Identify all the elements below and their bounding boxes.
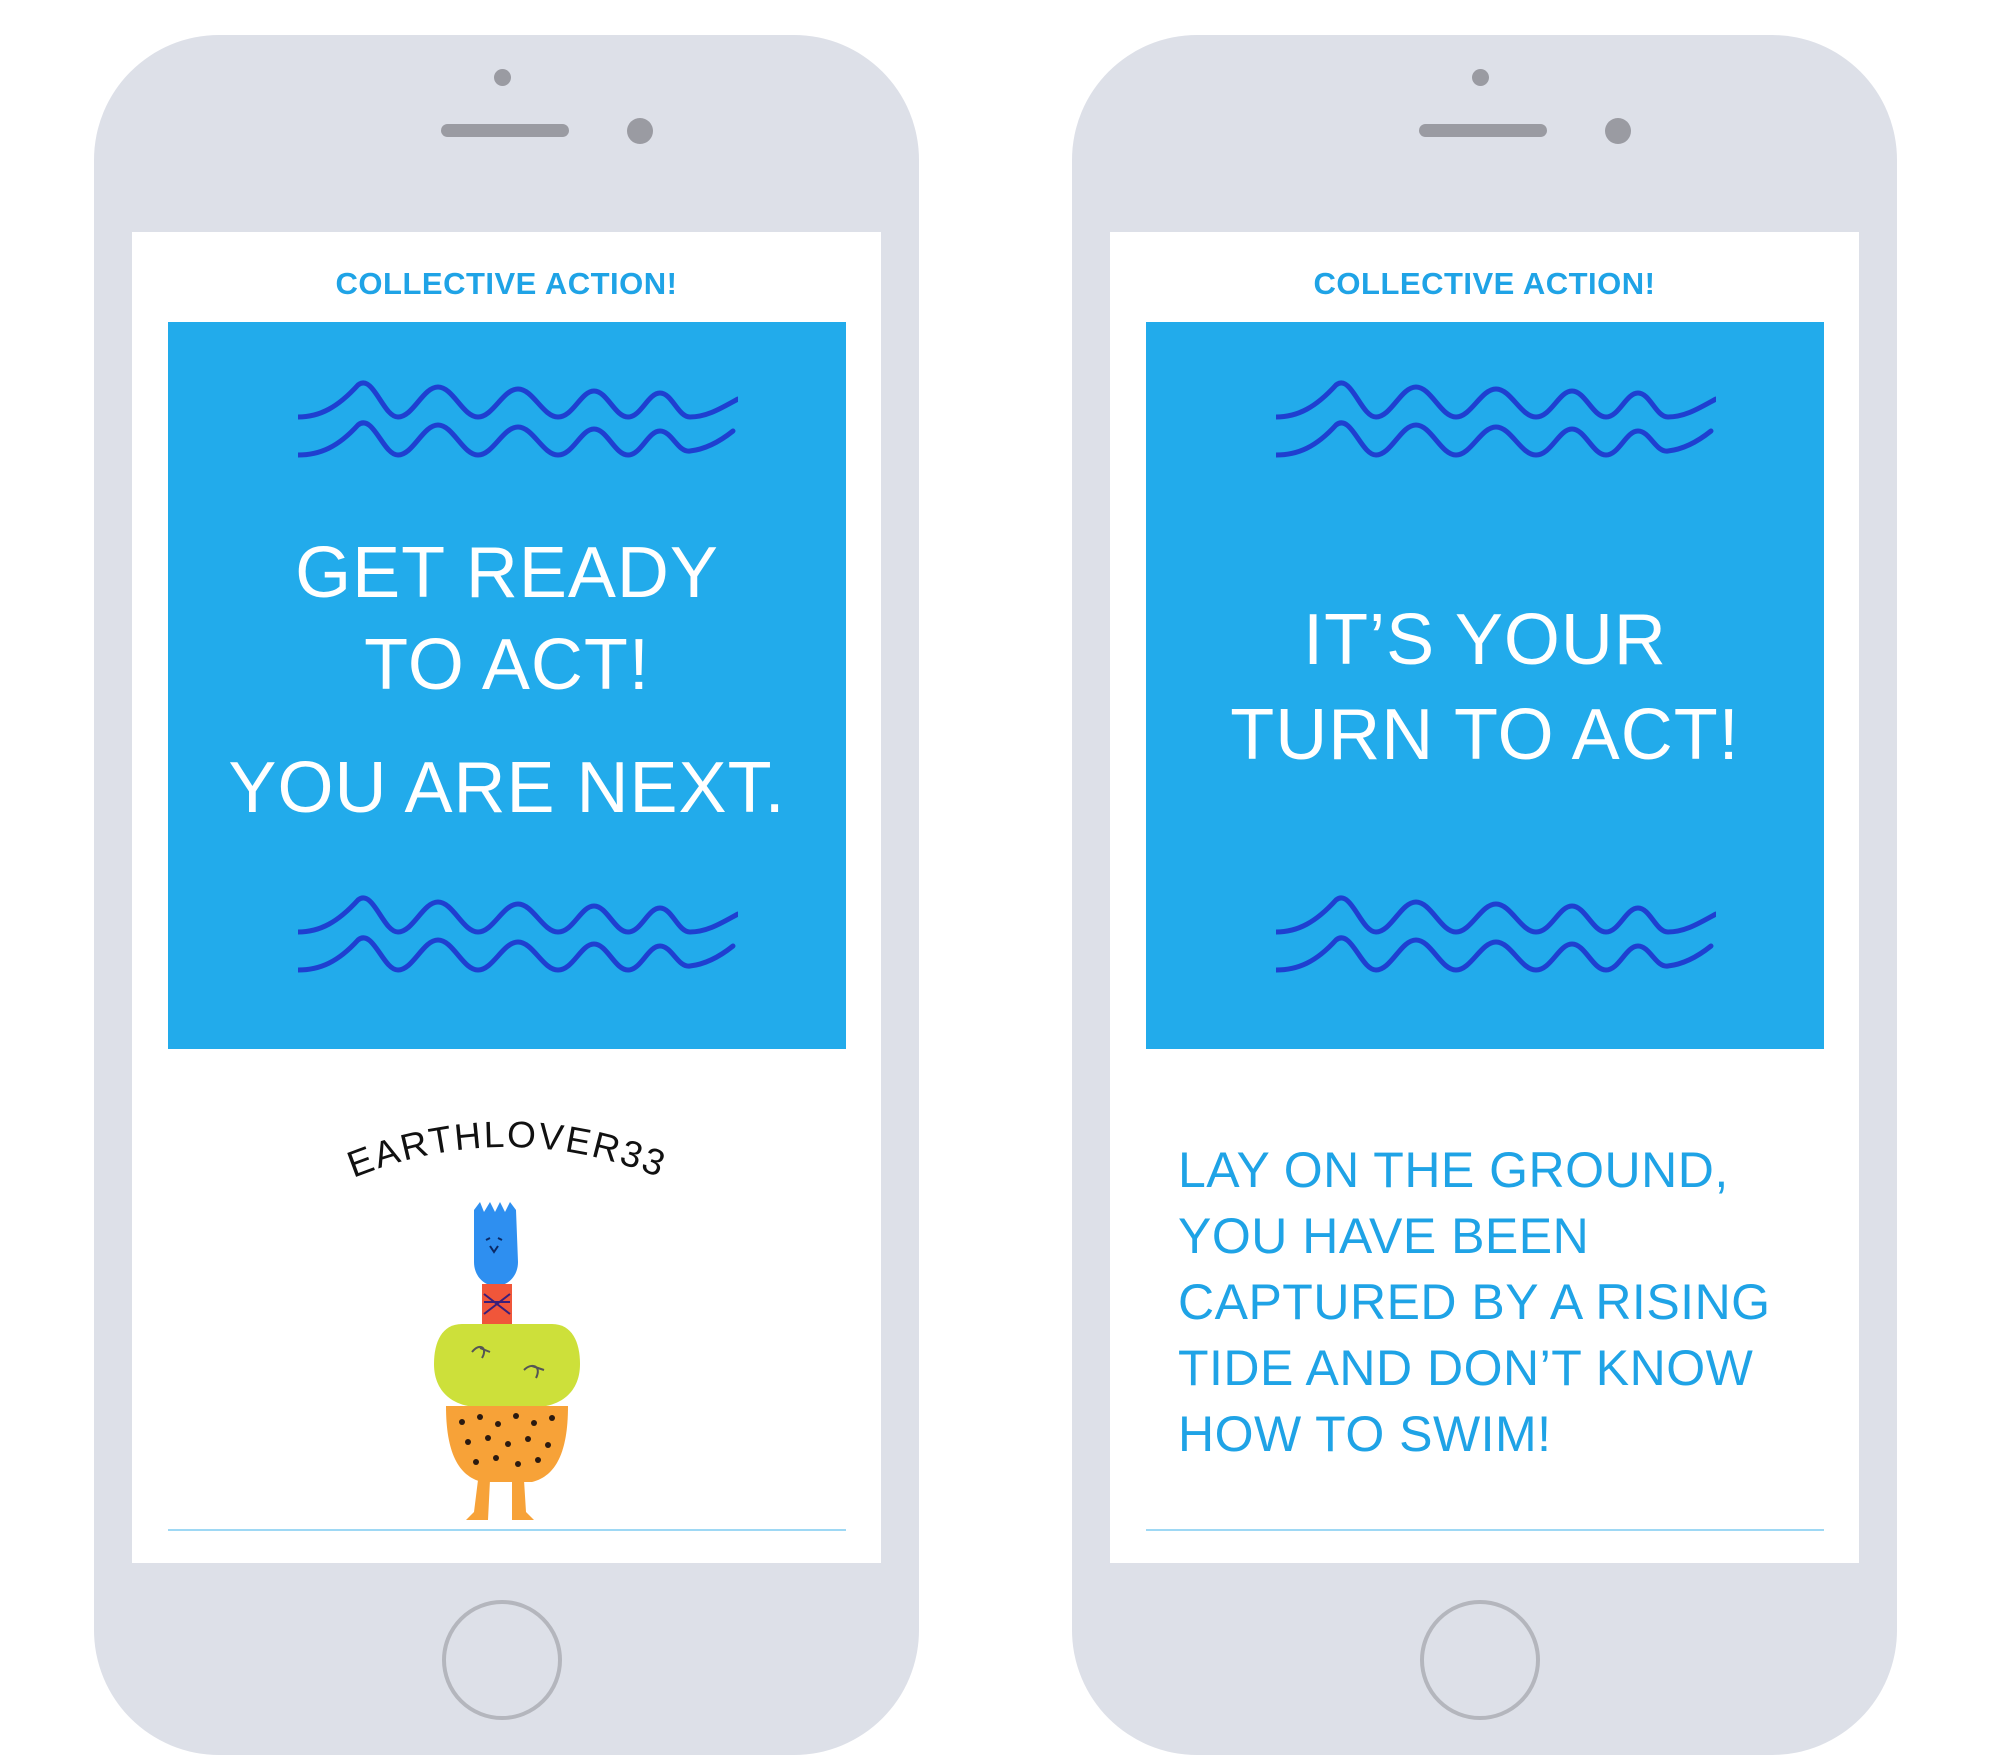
- wave-icon: [1276, 895, 1716, 973]
- svg-text:EARTHLOVER33: EARTHLOVER33: [342, 1114, 672, 1186]
- phone-right: COLLECTIVE ACTION! IT’S YOUR TURN TO ACT…: [1072, 35, 1897, 1755]
- speaker-grill: [441, 124, 569, 137]
- home-button[interactable]: [1420, 1600, 1540, 1720]
- sensor-dot: [1472, 69, 1489, 86]
- home-button[interactable]: [442, 1600, 562, 1720]
- sensor-dot: [494, 69, 511, 86]
- phone-left: COLLECTIVE ACTION! GET READY TO ACT! YOU…: [94, 35, 919, 1755]
- avatar: [434, 1202, 580, 1520]
- alert-card: IT’S YOUR TURN TO ACT!: [1146, 322, 1824, 1049]
- screen-right: COLLECTIVE ACTION! IT’S YOUR TURN TO ACT…: [1110, 232, 1859, 1563]
- username-label: EARTHLOVER33: [342, 1114, 672, 1186]
- screen-title: COLLECTIVE ACTION!: [1313, 266, 1656, 301]
- wave-icon: [298, 380, 738, 458]
- screen-title: COLLECTIVE ACTION!: [335, 266, 678, 301]
- instruction-line: YOU HAVE BEEN: [1178, 1208, 1590, 1264]
- card-line-3: YOU ARE NEXT.: [228, 748, 786, 828]
- screen-left: COLLECTIVE ACTION! GET READY TO ACT! YOU…: [132, 232, 881, 1563]
- wave-icon: [1276, 380, 1716, 458]
- card-line-2: TURN TO ACT!: [1230, 695, 1740, 775]
- username-text: EARTHLOVER33: [342, 1114, 670, 1186]
- instruction-line: CAPTURED BY A RISING: [1178, 1274, 1771, 1330]
- divider: [1146, 1529, 1824, 1531]
- card-line-2: TO ACT!: [364, 625, 650, 705]
- camera-icon: [627, 118, 653, 144]
- instruction-line: HOW TO SWIM!: [1178, 1406, 1552, 1462]
- instruction-line: LAY ON THE GROUND,: [1178, 1142, 1729, 1198]
- wave-icon: [298, 895, 738, 973]
- speaker-grill: [1419, 124, 1547, 137]
- instruction-text: LAY ON THE GROUND, YOU HAVE BEEN CAPTURE…: [1178, 1137, 1818, 1467]
- instruction-line: TIDE AND DON’T KNOW: [1178, 1340, 1754, 1396]
- card-line-1: IT’S YOUR: [1303, 600, 1667, 680]
- card-line-1: GET READY: [295, 533, 719, 613]
- alert-card: GET READY TO ACT! YOU ARE NEXT.: [168, 322, 846, 1049]
- camera-icon: [1605, 118, 1631, 144]
- divider: [168, 1529, 846, 1531]
